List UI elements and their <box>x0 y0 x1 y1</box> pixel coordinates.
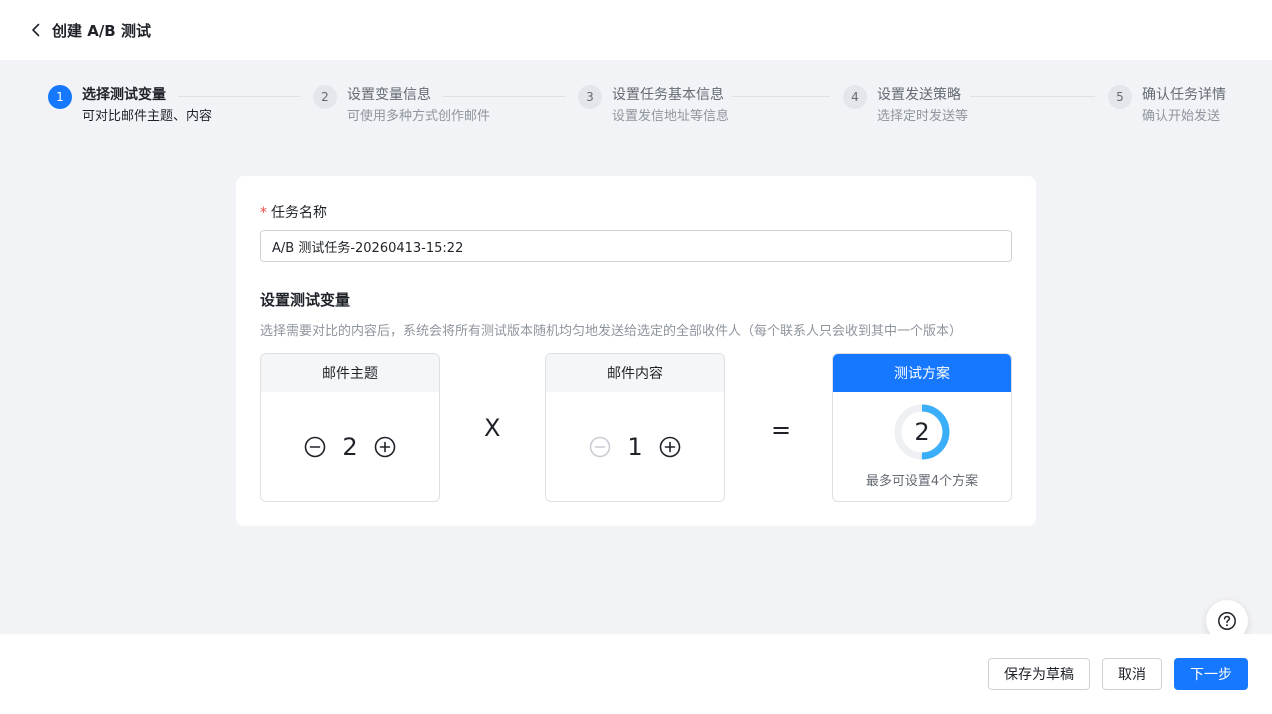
step-title: 设置变量信息 <box>347 87 431 103</box>
step-3: 3 设置任务基本信息 设置发信地址等信息 <box>578 84 762 128</box>
task-name-label: * 任务名称 <box>260 202 327 222</box>
step-title: 设置发送策略 <box>877 87 961 103</box>
plan-count: 2 <box>914 418 930 446</box>
cancel-button[interactable]: 取消 <box>1102 658 1162 690</box>
test-plan-box: 测试方案 2 最多可设置4个方案 <box>832 353 1012 502</box>
required-mark: * <box>260 205 267 221</box>
subject-decrement-button[interactable] <box>303 435 327 459</box>
step-number: 4 <box>843 85 867 109</box>
subject-count: 2 <box>342 433 358 461</box>
step-number: 1 <box>48 85 72 109</box>
content-decrement-button[interactable] <box>588 435 612 459</box>
content-increment-button[interactable] <box>658 435 682 459</box>
form-card: *任务名称 设置测试变量 选择需要对比的内容后，系统会将所有测试版本随机均匀地发… <box>236 176 1036 526</box>
task-name-input[interactable] <box>260 230 1012 262</box>
footer-bar: 保存为草稿 取消 下一步 <box>0 634 1272 714</box>
step-4: 4 设置发送策略 选择定时发送等 <box>843 84 1027 128</box>
page-title: 创建 A/B 测试 <box>52 21 151 40</box>
step-1: 1 选择测试变量 可对比邮件主题、内容 <box>48 84 232 128</box>
plan-note: 最多可设置4个方案 <box>865 474 979 489</box>
back-button[interactable]: 创建 A/B 测试 <box>28 20 151 41</box>
chevron-left-icon <box>32 23 40 37</box>
step-2: 2 设置变量信息 可使用多种方式创作邮件 <box>313 84 490 128</box>
step-desc: 设置发信地址等信息 <box>612 109 730 124</box>
section-desc: 选择需要对比的内容后，系统会将所有测试版本随机均匀地发送给选定的全部收件人（每个… <box>260 324 963 339</box>
content-variable-box: 邮件内容 1 <box>545 353 725 502</box>
subject-variable-label: 邮件主题 <box>261 354 439 392</box>
content-variable-label: 邮件内容 <box>546 354 724 392</box>
step-desc: 选择定时发送等 <box>877 109 969 124</box>
section-title: 设置测试变量 <box>260 291 351 309</box>
subject-variable-box: 邮件主题 2 <box>260 353 440 502</box>
minus-circle-icon <box>589 436 611 458</box>
next-button[interactable]: 下一步 <box>1174 658 1248 690</box>
multiply-symbol: X <box>484 414 501 442</box>
content-count: 1 <box>627 433 643 461</box>
step-desc: 可使用多种方式创作邮件 <box>347 109 491 124</box>
plus-circle-icon <box>374 436 396 458</box>
step-title: 选择测试变量 <box>82 87 166 103</box>
subject-increment-button[interactable] <box>373 435 397 459</box>
save-draft-button[interactable]: 保存为草稿 <box>988 658 1090 690</box>
task-name-label-text: 任务名称 <box>271 205 327 221</box>
step-title: 确认任务详情 <box>1142 87 1226 103</box>
test-plan-label: 测试方案 <box>833 354 1011 392</box>
equals-symbol: = <box>771 416 792 444</box>
steps-bar: 1 选择测试变量 可对比邮件主题、内容 2 设置变量信息 可使用多种方式创作邮件… <box>0 84 1272 154</box>
help-circle-icon <box>1218 612 1236 630</box>
step-number: 3 <box>578 85 602 109</box>
minus-circle-icon <box>304 436 326 458</box>
step-number: 2 <box>313 85 337 109</box>
step-desc: 确认开始发送 <box>1142 109 1221 124</box>
step-desc: 可对比邮件主题、内容 <box>82 109 213 124</box>
step-5: 5 确认任务详情 确认开始发送 <box>1108 84 1262 128</box>
step-number: 5 <box>1108 85 1132 109</box>
plus-circle-icon <box>659 436 681 458</box>
top-bar: 创建 A/B 测试 <box>0 0 1272 60</box>
step-title: 设置任务基本信息 <box>612 87 724 103</box>
